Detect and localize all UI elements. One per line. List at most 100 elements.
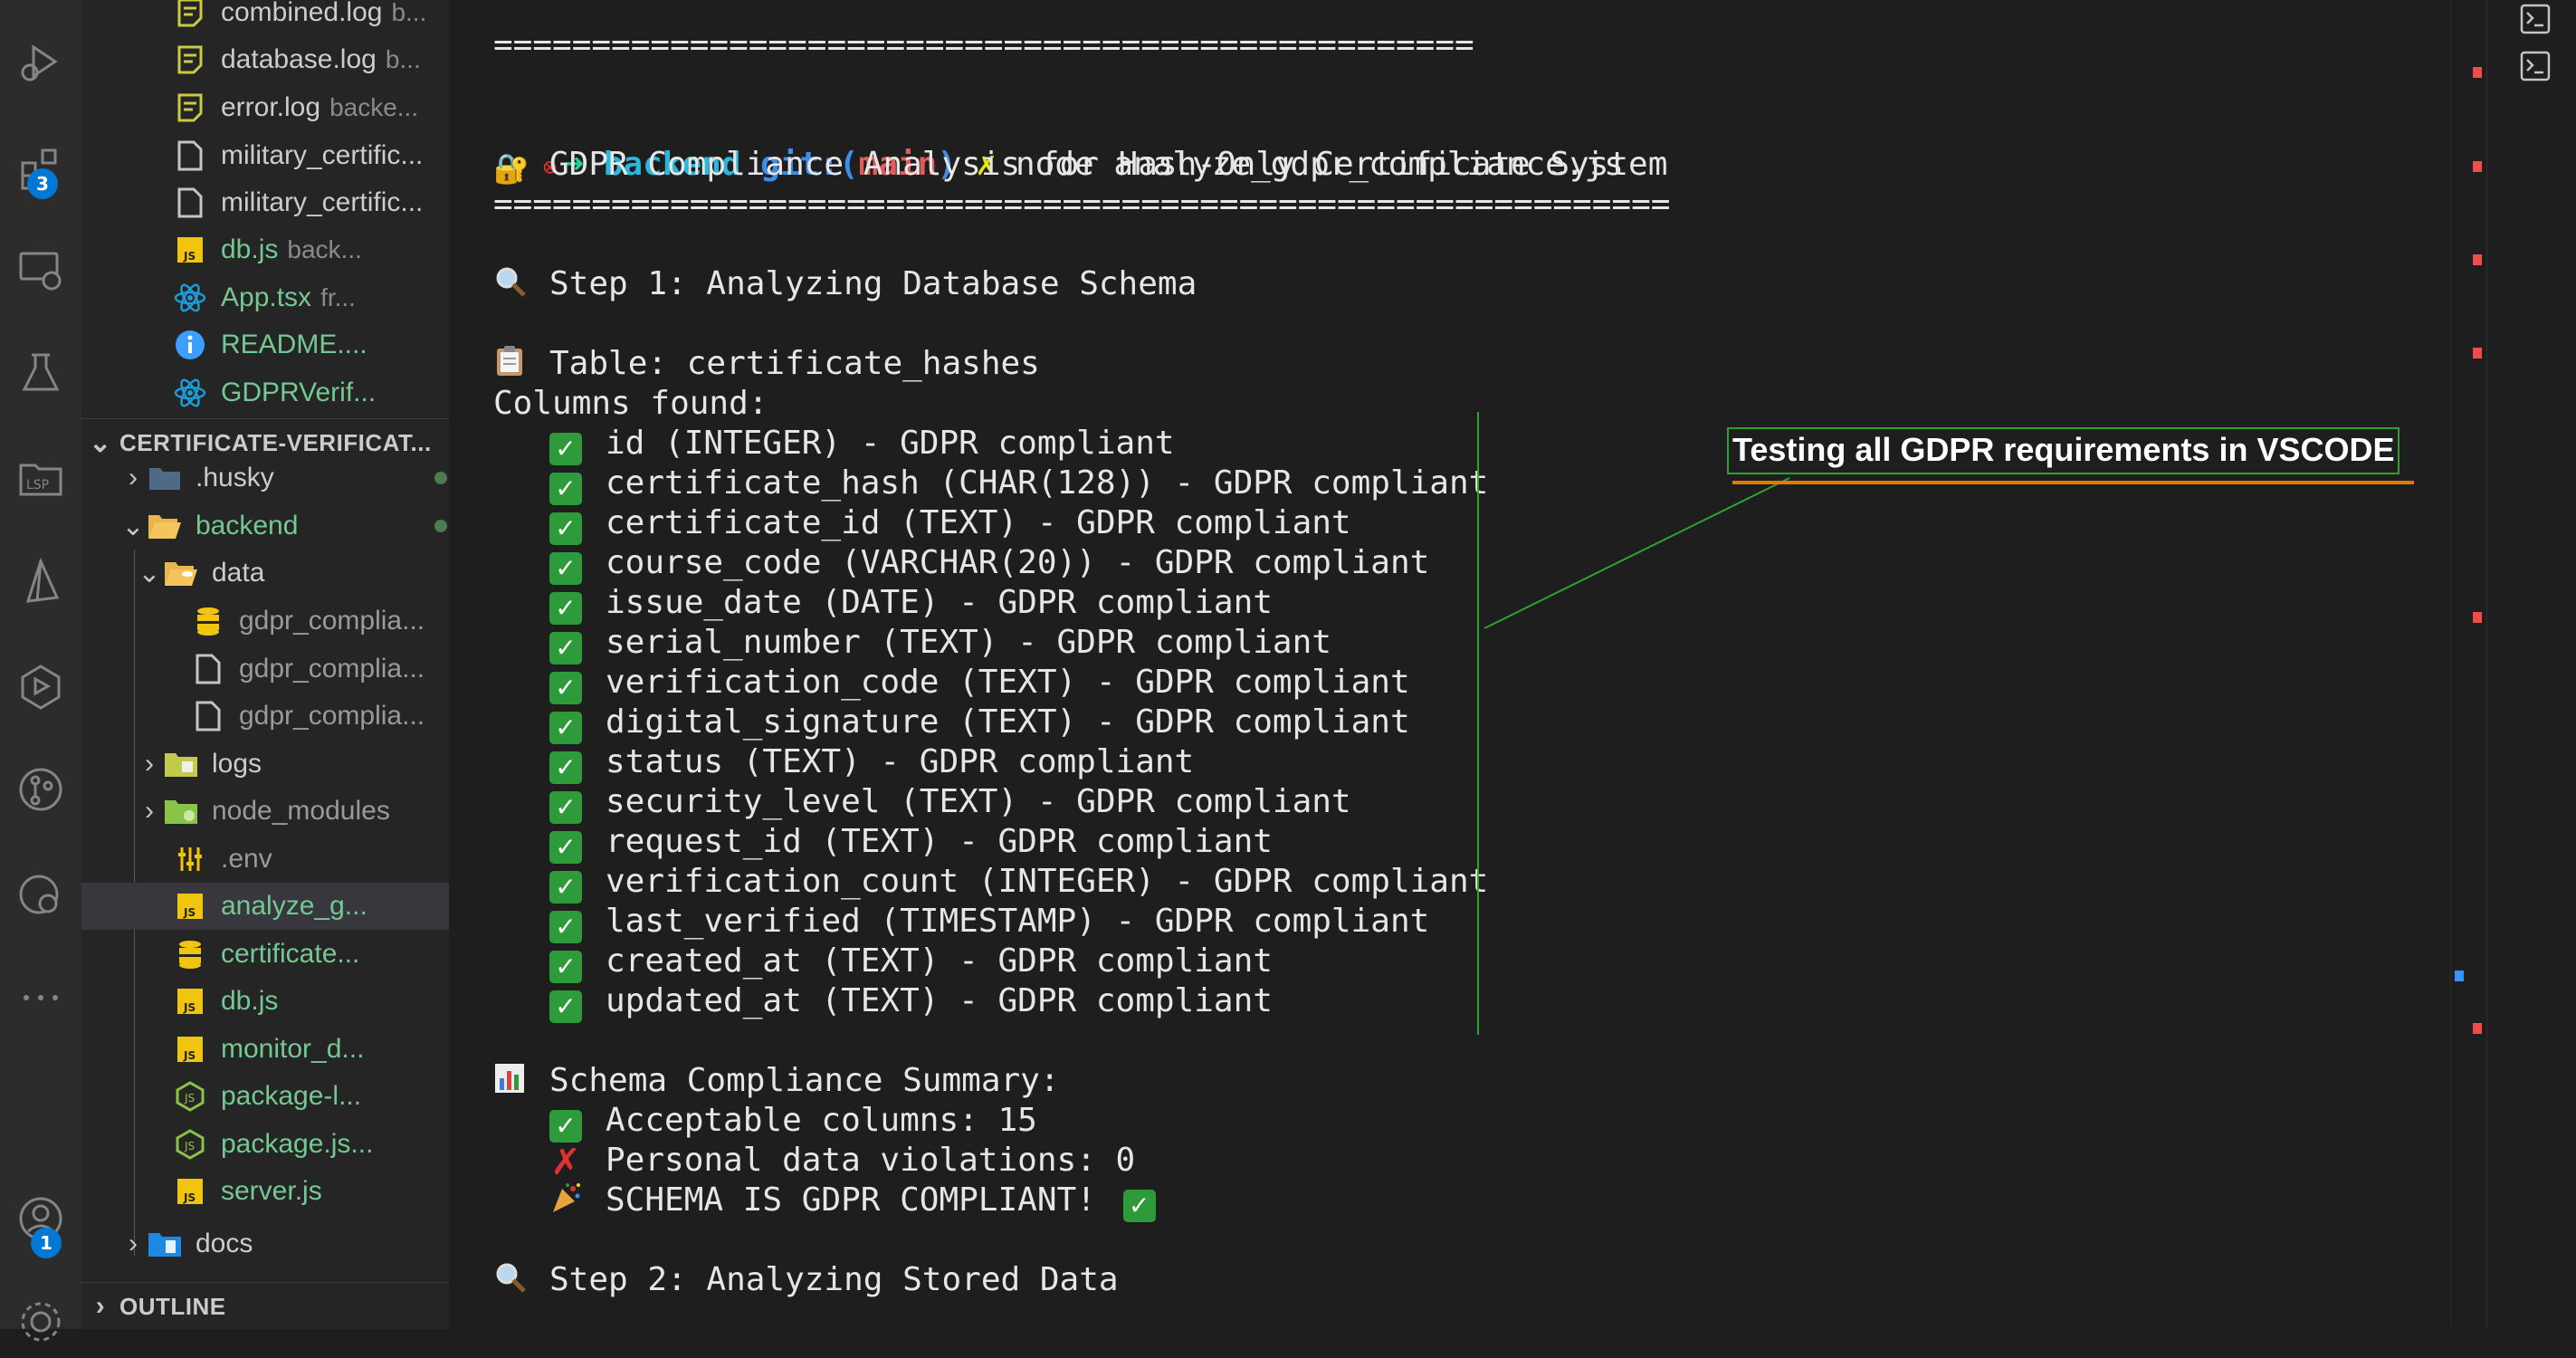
open-editor-name: GDPRVerif...: [221, 378, 377, 407]
open-editor-name: database.log: [221, 44, 377, 74]
open-editor-item[interactable]: App.tsx fr... U: [81, 274, 449, 321]
open-editor-name: error.log: [221, 92, 321, 122]
log-file-icon: [172, 0, 208, 31]
terminal-tab-icon[interactable]: [2520, 4, 2551, 38]
tree-folder-docs[interactable]: › docs: [81, 1220, 449, 1267]
error-marker: [2473, 348, 2482, 359]
lsp-icon[interactable]: LSP: [0, 442, 81, 514]
tree-file[interactable]: JS monitor_d... U: [81, 1026, 449, 1073]
error-marker: [2473, 254, 2482, 265]
tree-file[interactable]: JS package-l... U: [81, 1073, 449, 1120]
terminal-tab-icon[interactable]: [2520, 51, 2551, 85]
file-name: package-l...: [221, 1081, 362, 1111]
log-file-icon: [172, 90, 208, 126]
log-file-icon: [172, 42, 208, 78]
tree-file[interactable]: JS server.js U: [81, 1168, 449, 1215]
file-name: .env: [221, 844, 272, 874]
open-editor-item[interactable]: military_certific...: [81, 179, 449, 226]
node-folder-icon: [163, 793, 199, 829]
docs-folder-icon: [147, 1226, 183, 1262]
accounts-badge: 1: [31, 1228, 62, 1258]
svg-text:JS: JS: [183, 1191, 196, 1204]
chevron-down-icon: ⌄: [138, 558, 161, 588]
folder-name: logs: [212, 749, 262, 779]
file-name: db.js: [221, 986, 279, 1016]
settings-icon[interactable]: [0, 1286, 81, 1358]
tree-folder-husky[interactable]: › .husky: [81, 454, 449, 502]
remote-explorer-icon[interactable]: [0, 234, 81, 306]
open-editor-item[interactable]: GDPRVerif... U: [81, 369, 449, 416]
workspace-title: CERTIFICATE-VERIFICAT...: [119, 428, 432, 456]
git-graph-icon[interactable]: [0, 858, 81, 931]
tree-file[interactable]: certificate... U: [81, 931, 449, 978]
database-icon: [190, 603, 226, 639]
open-editor-item[interactable]: database.log b...: [81, 36, 449, 83]
tree-file-env[interactable]: .env: [81, 836, 449, 883]
chevron-right-icon: ›: [145, 749, 154, 779]
file-icon: [172, 185, 208, 221]
more-icon[interactable]: [0, 961, 81, 1034]
js-file-icon: JS: [172, 1031, 208, 1067]
tree-folder-node-modules[interactable]: › node_modules: [81, 788, 449, 835]
file-name: server.js: [221, 1176, 322, 1206]
tree-file[interactable]: gdpr_complia...: [81, 598, 449, 645]
chevron-right-icon: ›: [145, 796, 154, 826]
explorer-sidebar: combined.log b... database.log b... erro…: [81, 0, 449, 1329]
open-editor-item[interactable]: JS db.js back... U: [81, 226, 449, 273]
tree-folder-logs[interactable]: › logs: [81, 741, 449, 788]
js-file-icon: JS: [172, 888, 208, 924]
tree-folder-data[interactable]: ⌄ data: [81, 550, 449, 597]
terminal-panel[interactable]: ========================================…: [450, 0, 2450, 1329]
source-control-icon[interactable]: [0, 753, 81, 826]
open-editor-item[interactable]: military_certific...: [81, 132, 449, 179]
env-settings-icon: [172, 841, 208, 877]
annotation-label: Testing all GDPR requirements in VSCODE: [1727, 427, 2400, 474]
open-editor-item[interactable]: error.log backe...: [81, 84, 449, 131]
file-name: package.js...: [221, 1129, 374, 1159]
run-debug-icon[interactable]: [0, 25, 81, 98]
error-marker: [2473, 612, 2482, 623]
activity-bar: 3 LSP 1: [0, 0, 82, 1342]
logs-folder-icon: [163, 746, 199, 782]
folder-name: .husky: [196, 463, 274, 493]
outline-section-header[interactable]: › OUTLINE: [81, 1282, 449, 1329]
tree-file[interactable]: gdpr_complia...: [81, 693, 449, 740]
js-file-icon: JS: [172, 232, 208, 268]
open-editor-name: README....: [221, 330, 367, 359]
svg-text:LSP: LSP: [26, 478, 49, 493]
svg-text:JS: JS: [184, 1140, 195, 1152]
react-file-icon: [172, 280, 208, 316]
docker-icon[interactable]: [0, 650, 81, 722]
open-editor-item[interactable]: README.... U: [81, 321, 449, 368]
js-file-icon: JS: [172, 983, 208, 1019]
file-name: gdpr_complia...: [239, 606, 425, 636]
svg-text:JS: JS: [183, 906, 196, 919]
tree-file[interactable]: JS db.js U: [81, 978, 449, 1025]
extensions-icon[interactable]: 3: [0, 132, 81, 205]
folder-name: node_modules: [212, 796, 390, 826]
tree-folder-backend[interactable]: ⌄ backend: [81, 502, 449, 550]
accounts-icon[interactable]: 1: [0, 1182, 81, 1258]
folder-icon: [147, 460, 183, 496]
database-folder-icon: [163, 555, 199, 591]
tree-file-selected[interactable]: JS analyze_g... U: [81, 883, 449, 930]
open-editor-name: combined.log: [221, 0, 383, 27]
open-editor-item[interactable]: combined.log b...: [81, 0, 449, 36]
open-editor-name: military_certific...: [221, 187, 424, 217]
js-file-icon: JS: [172, 1173, 208, 1210]
annotation-pointer-line: [1484, 477, 1790, 629]
file-icon: [190, 698, 226, 734]
chevron-right-icon: ›: [129, 463, 138, 493]
tree-file[interactable]: gdpr_complia...: [81, 646, 449, 693]
prisma-icon[interactable]: [0, 545, 81, 617]
folder-name: backend: [196, 511, 299, 540]
testing-icon[interactable]: [0, 337, 81, 409]
open-editor-desc: b...: [391, 0, 427, 26]
error-marker: [2473, 1023, 2482, 1034]
modified-dot: [434, 472, 447, 484]
error-marker: [2473, 67, 2482, 78]
modified-dot: [434, 520, 447, 532]
npm-file-icon: JS: [172, 1126, 208, 1162]
chevron-right-icon: ›: [95, 1291, 106, 1321]
tree-file[interactable]: JS package.js... U: [81, 1121, 449, 1168]
